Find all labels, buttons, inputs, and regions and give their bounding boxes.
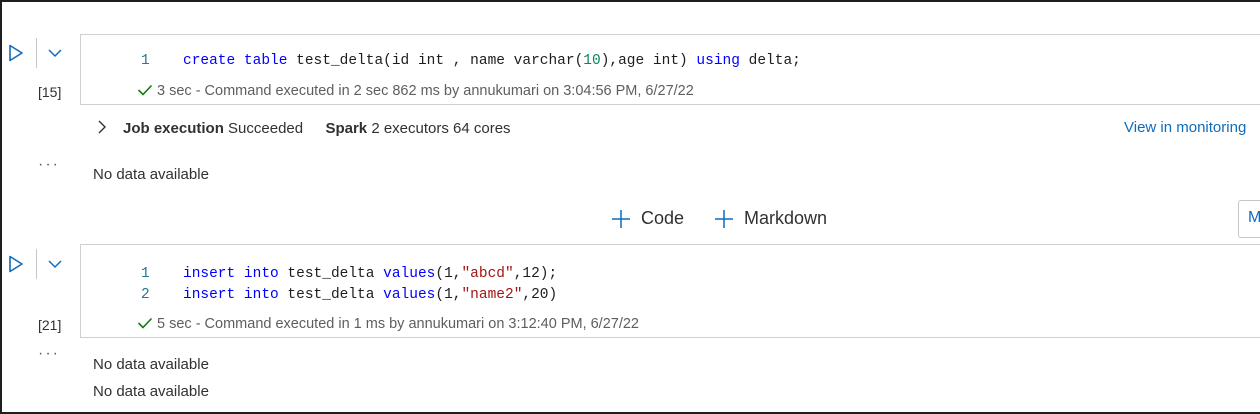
code-cell[interactable]: 1 insert into test_delta values(1,"abcd"… — [80, 244, 1260, 338]
chevron-down-icon[interactable] — [46, 257, 64, 271]
output-text: No data available — [93, 356, 209, 373]
chevron-right-icon[interactable] — [96, 119, 108, 135]
execution-count: [21] — [38, 317, 62, 333]
code-line[interactable]: insert into test_delta values(1,"name2",… — [183, 287, 557, 303]
add-code-button[interactable]: Code — [611, 208, 684, 229]
output-text: No data available — [93, 383, 209, 400]
plus-icon — [612, 209, 630, 228]
execution-count: [15] — [38, 84, 62, 100]
plus-icon — [715, 209, 733, 228]
job-execution-summary[interactable]: Job execution Succeeded Spark 2 executor… — [123, 120, 511, 137]
add-markdown-button[interactable]: Markdown — [714, 208, 827, 229]
line-number: 1 — [141, 266, 150, 282]
code-cell[interactable]: 1 create table test_delta(id int , name … — [80, 34, 1260, 105]
status-duration: 5 sec — [157, 316, 192, 332]
status-duration: 3 sec — [157, 83, 192, 99]
add-markdown-label: Markdown — [744, 208, 828, 228]
job-execution-label: Job execution — [123, 120, 224, 137]
spark-info: 2 executors 64 cores — [371, 120, 511, 137]
more-options-icon[interactable]: ··· — [38, 156, 60, 174]
cell-status: 5 sec - Command executed in 1 ms by annu… — [137, 316, 639, 332]
code-line[interactable]: insert into test_delta values(1,"abcd",1… — [183, 266, 557, 282]
code-line[interactable]: create table test_delta(id int , name va… — [183, 53, 801, 69]
spark-label: Spark — [325, 120, 368, 137]
more-options-icon[interactable]: ··· — [38, 345, 60, 363]
toolbar-divider — [36, 38, 37, 68]
side-menu-button[interactable]: M — [1238, 200, 1260, 238]
status-message: - Command executed in 2 sec 862 ms by an… — [191, 83, 694, 99]
cell-status: 3 sec - Command executed in 2 sec 862 ms… — [137, 83, 694, 99]
output-text: No data available — [93, 166, 209, 183]
line-number: 2 — [141, 287, 150, 303]
status-message: - Command executed in 1 ms by annukumari… — [191, 316, 639, 332]
add-code-label: Code — [641, 208, 685, 228]
line-number: 1 — [141, 53, 150, 69]
chevron-down-icon[interactable] — [46, 46, 64, 60]
run-cell-icon[interactable] — [8, 44, 24, 62]
run-cell-icon[interactable] — [8, 255, 24, 273]
check-icon — [137, 84, 153, 96]
view-in-monitoring-link[interactable]: View in monitoring — [1124, 119, 1246, 136]
job-execution-state: Succeeded — [228, 120, 304, 137]
toolbar-divider — [36, 249, 37, 279]
check-icon — [137, 317, 153, 329]
